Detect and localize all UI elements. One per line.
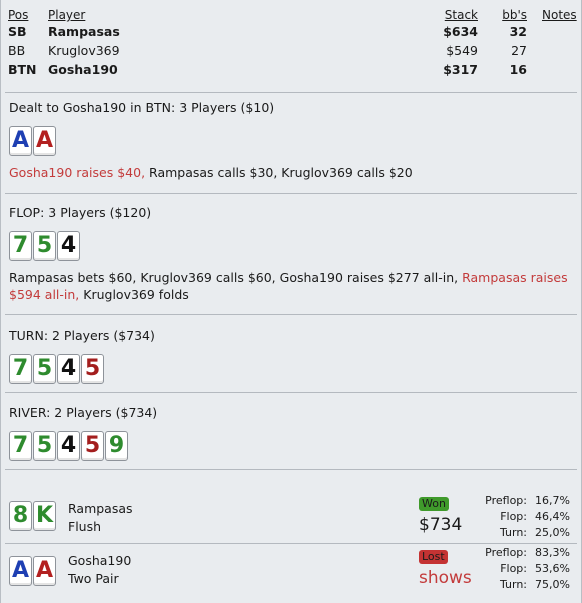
flop-title: FLOP: 3 Players ($120) — [9, 205, 152, 220]
card: 4 — [57, 354, 80, 384]
stat-value: 46,4% — [535, 510, 570, 523]
stat-value: 16,7% — [535, 494, 570, 507]
player-row[interactable]: BTN Gosha190 $317 16 — [0, 62, 582, 81]
showdown-player-name: Gosha190 — [68, 553, 132, 568]
won-badge: Won — [419, 497, 449, 511]
showdown-hand: Two Pair — [68, 571, 119, 586]
turn-cards: 7 5 4 5 — [9, 354, 104, 384]
card: 7 — [9, 431, 32, 461]
section-divider — [5, 193, 577, 194]
card: 4 — [57, 431, 80, 461]
stat-label: Turn: — [499, 578, 527, 591]
stat-row: Flop: 53,6% — [470, 562, 572, 578]
won-amount: $734 — [419, 515, 463, 535]
card: 7 — [9, 354, 32, 384]
player-stack: $549 — [446, 43, 478, 58]
stat-row: Preflop: 16,7% — [470, 494, 572, 510]
hero-cards: A A — [9, 126, 56, 156]
card: A — [33, 126, 56, 156]
stat-value: 53,6% — [535, 562, 570, 575]
card: A — [9, 126, 32, 156]
section-divider — [5, 543, 577, 544]
equity-stats: Preflop: 83,3% Flop: 53,6% Turn: 75,0% — [470, 546, 572, 594]
showdown-player-name: Rampasas — [68, 501, 133, 516]
showdown-cards: A A — [9, 556, 56, 586]
stat-value: 83,3% — [535, 546, 570, 559]
card: A — [33, 556, 56, 586]
section-divider — [5, 469, 577, 470]
player-row[interactable]: SB Rampasas $634 32 — [0, 24, 582, 43]
table-header: Pos Player Stack bb's Notes — [0, 8, 582, 24]
header-stack[interactable]: Stack — [445, 8, 478, 22]
player-pos: SB — [8, 24, 27, 39]
player-name: Gosha190 — [48, 62, 118, 77]
player-stack: $634 — [443, 24, 478, 39]
player-bbs: 27 — [511, 43, 527, 58]
card: 5 — [33, 231, 56, 261]
player-pos: BTN — [8, 62, 37, 77]
card: 5 — [33, 354, 56, 384]
player-bbs: 16 — [509, 62, 527, 77]
stat-value: 25,0% — [535, 526, 570, 539]
stat-label: Flop: — [500, 562, 527, 575]
header-pos[interactable]: Pos — [8, 8, 28, 22]
card: 8 — [9, 501, 32, 531]
river-title: RIVER: 2 Players ($734) — [9, 405, 158, 420]
section-divider — [5, 392, 577, 393]
player-name: Kruglov369 — [48, 43, 120, 58]
stat-label: Preflop: — [485, 546, 527, 559]
flop-action: Rampasas bets $60, Kruglov369 calls $60,… — [9, 269, 574, 303]
showdown-hand: Flush — [68, 519, 102, 534]
hero-action-text: Gosha190 raises $40, — [9, 165, 146, 180]
river-cards: 7 5 4 5 9 — [9, 431, 128, 461]
stat-label: Preflop: — [485, 494, 527, 507]
card: 7 — [9, 231, 32, 261]
stat-label: Flop: — [500, 510, 527, 523]
stat-row: Flop: 46,4% — [470, 510, 572, 526]
stat-value: 75,0% — [535, 578, 570, 591]
shows-label: shows — [419, 568, 472, 588]
stat-row: Turn: 75,0% — [470, 578, 572, 594]
card: 5 — [33, 431, 56, 461]
card: 5 — [81, 354, 104, 384]
header-player[interactable]: Player — [48, 8, 85, 22]
card: K — [33, 501, 56, 531]
card: 9 — [105, 431, 128, 461]
player-row[interactable]: BB Kruglov369 $549 27 — [0, 43, 582, 62]
player-stack: $317 — [443, 62, 478, 77]
action-text: Kruglov369 folds — [79, 287, 189, 302]
equity-stats: Preflop: 16,7% Flop: 46,4% Turn: 25,0% — [470, 494, 572, 542]
card: 4 — [57, 231, 80, 261]
players-table: Pos Player Stack bb's Notes SB Rampasas … — [0, 8, 582, 81]
card: 5 — [81, 431, 104, 461]
stat-label: Turn: — [499, 526, 527, 539]
header-bbs[interactable]: bb's — [502, 8, 527, 22]
card: A — [9, 556, 32, 586]
action-text: Rampasas calls $30, Kruglov369 calls $20 — [145, 165, 413, 180]
section-divider — [5, 92, 577, 93]
stat-row: Turn: 25,0% — [470, 526, 572, 542]
turn-title: TURN: 2 Players ($734) — [9, 328, 155, 343]
section-divider — [5, 314, 577, 315]
preflop-title: Dealt to Gosha190 in BTN: 3 Players ($10… — [9, 100, 275, 115]
player-name: Rampasas — [48, 24, 120, 39]
action-text: Rampasas bets $60, Kruglov369 calls $60,… — [9, 270, 463, 285]
stat-row: Preflop: 83,3% — [470, 546, 572, 562]
player-bbs: 32 — [509, 24, 527, 39]
lost-badge: Lost — [419, 550, 448, 564]
flop-cards: 7 5 4 — [9, 231, 80, 261]
player-pos: BB — [8, 43, 26, 58]
showdown-cards: 8 K — [9, 501, 56, 531]
header-notes[interactable]: Notes — [542, 8, 577, 22]
preflop-action: Gosha190 raises $40, Rampasas calls $30,… — [9, 164, 574, 181]
